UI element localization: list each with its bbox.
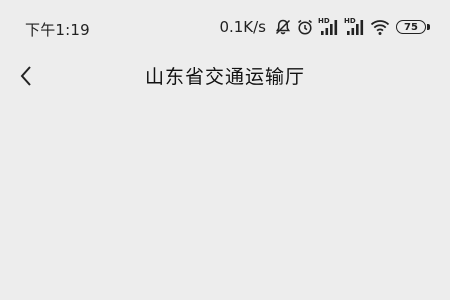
network-speed: 0.1K/s xyxy=(219,18,266,36)
nav-bar: 山东省交通运输厅 xyxy=(0,56,450,96)
page-content xyxy=(0,96,450,300)
page-title: 山东省交通运输厅 xyxy=(144,66,305,88)
signal-hd-1-icon: HD xyxy=(318,18,340,36)
alarm-icon xyxy=(296,18,314,36)
status-time: 下午1:19 xyxy=(25,21,90,39)
status-bar: 下午1:19 0.1K/s HD HD 75 xyxy=(0,0,450,56)
battery-level: 75 xyxy=(404,21,418,33)
status-icons: 0.1K/s HD HD xyxy=(219,18,390,36)
battery-tip xyxy=(427,24,430,30)
bell-off-icon xyxy=(274,18,292,36)
battery-icon: 75 xyxy=(396,20,426,34)
wifi-icon xyxy=(370,18,390,36)
signal-hd-2-icon: HD xyxy=(344,18,366,36)
